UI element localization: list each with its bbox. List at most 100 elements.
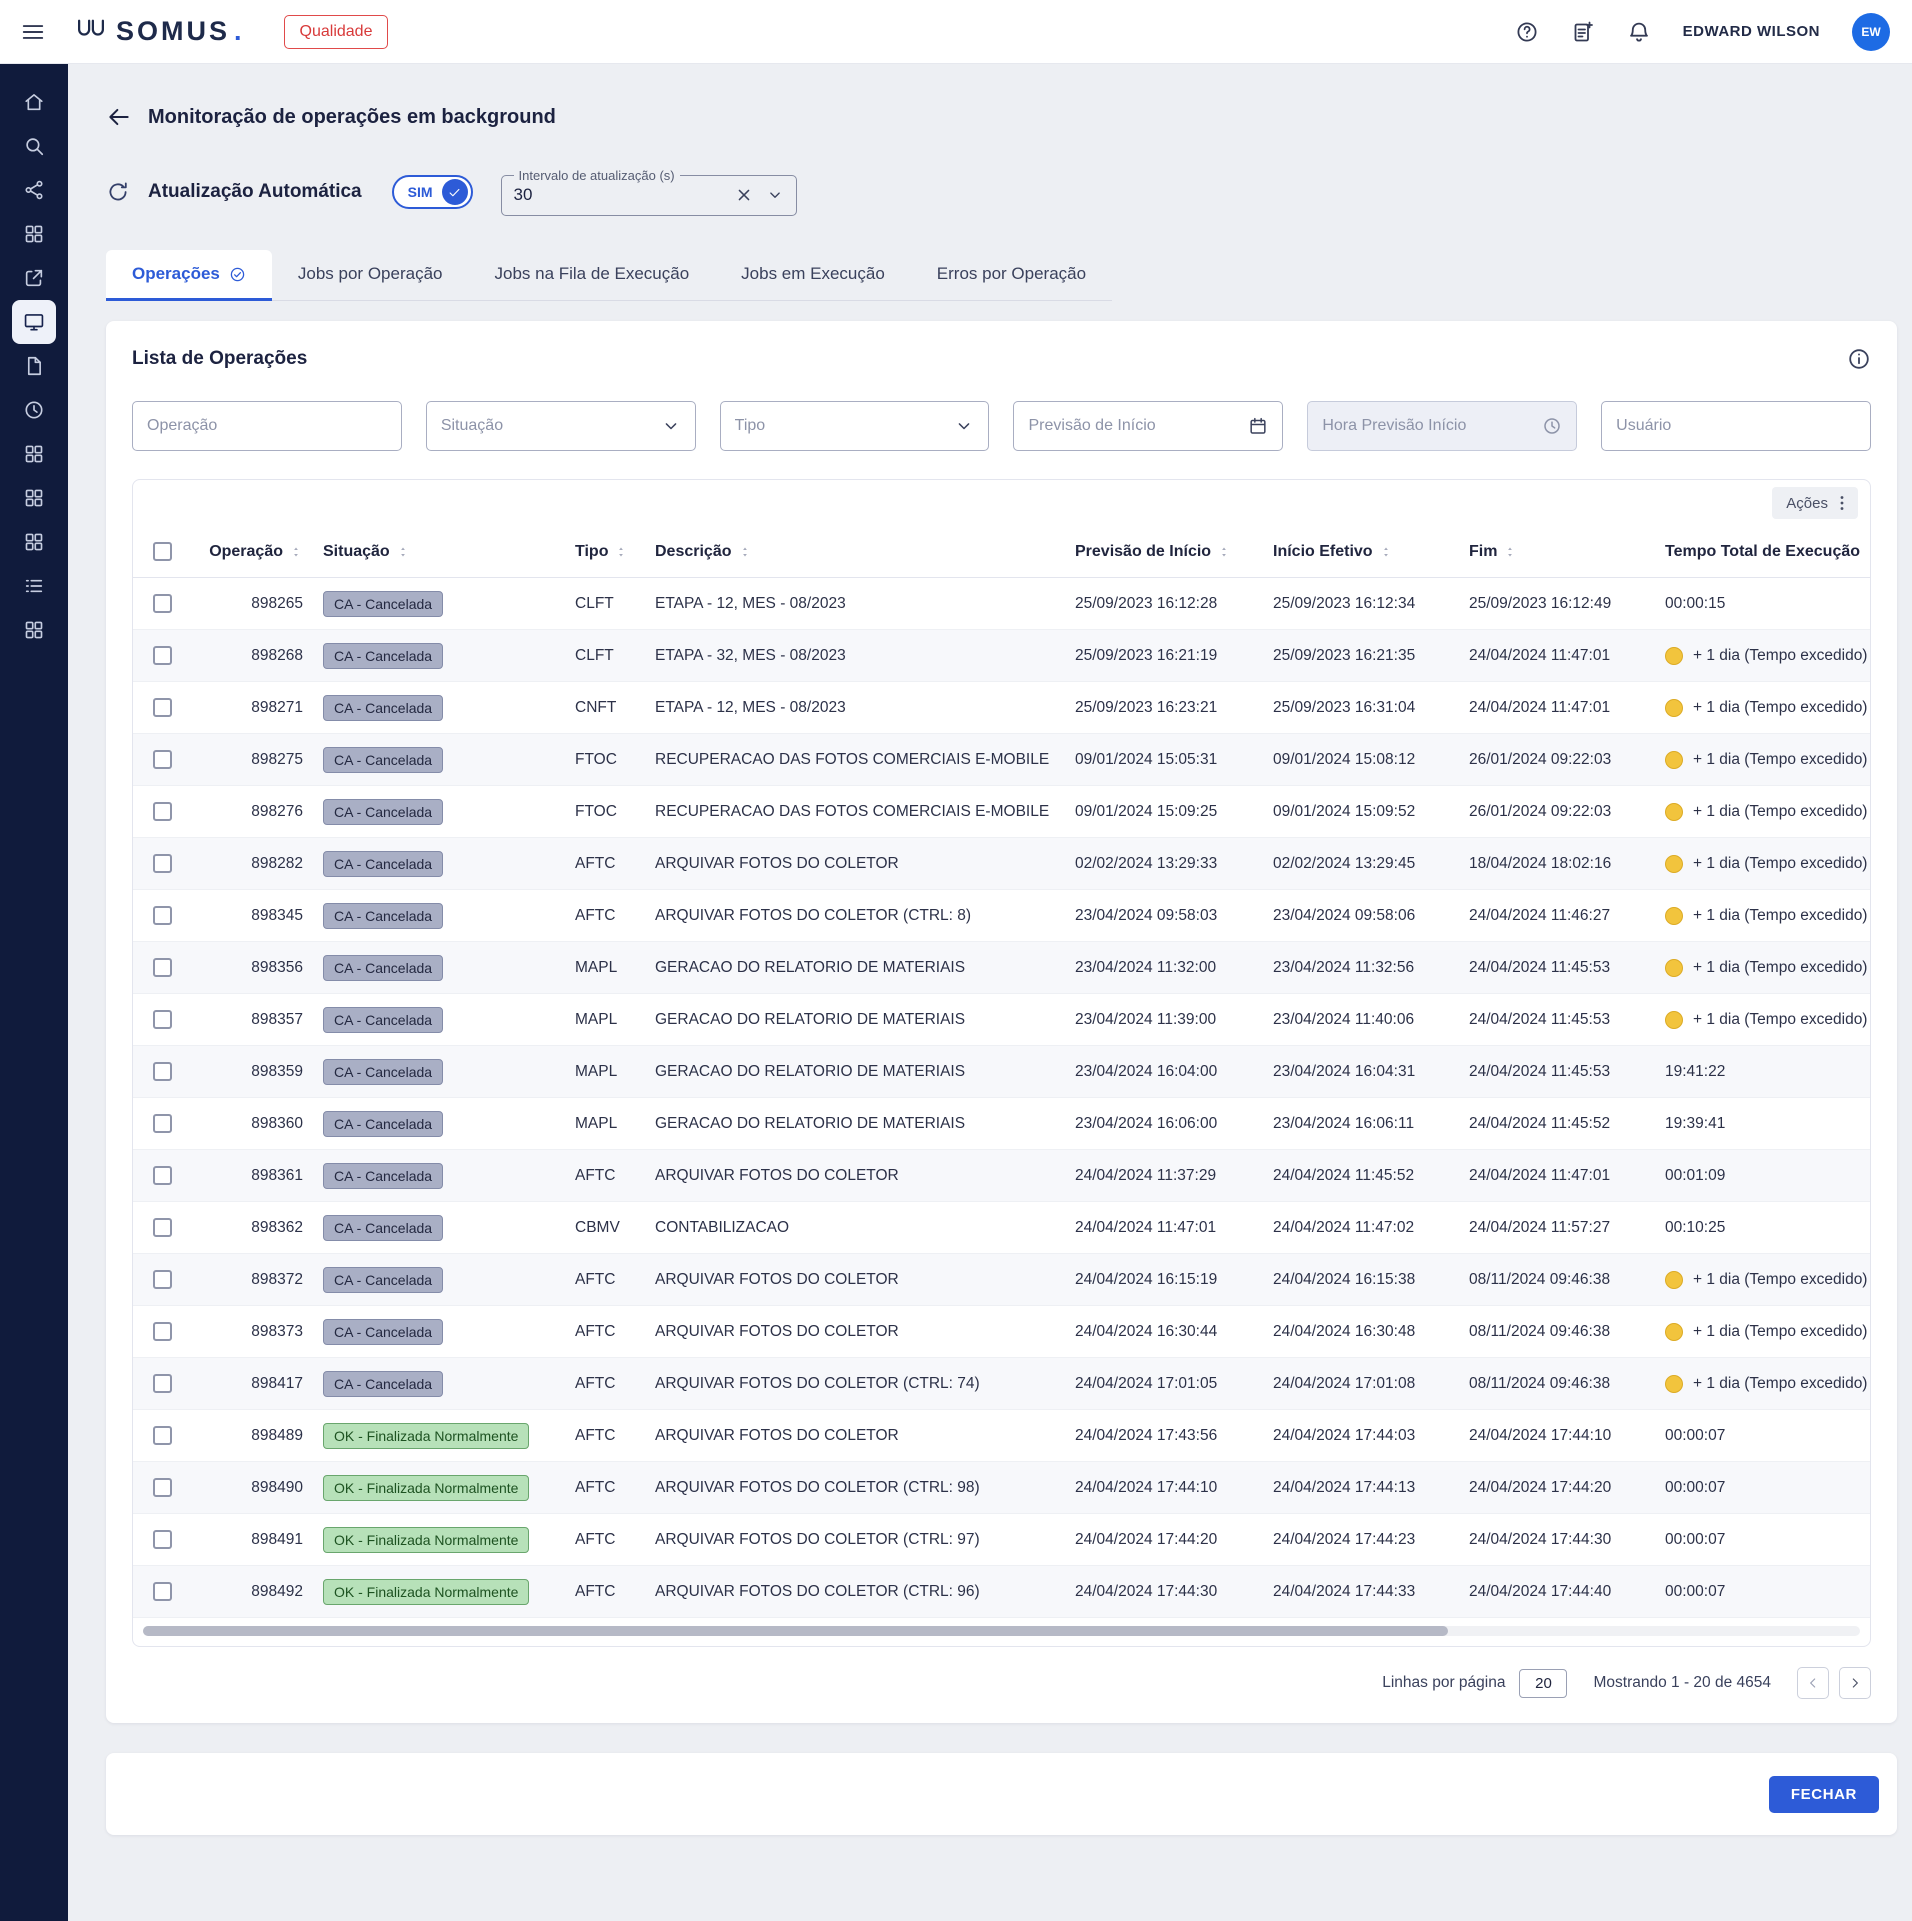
column-header-tempo_total[interactable]: Tempo Total de Execução: [1655, 526, 1870, 577]
actions-button[interactable]: Ações: [1772, 487, 1858, 519]
sidebar-item-modules-3[interactable]: [12, 520, 56, 564]
row-checkbox[interactable]: [153, 698, 172, 717]
document-add-icon[interactable]: [1571, 20, 1595, 44]
sidebar-item-history[interactable]: [12, 388, 56, 432]
tab-jobs-por-operacao[interactable]: Jobs por Operação: [272, 250, 469, 301]
column-header-previsao_inicio[interactable]: Previsão de Início: [1065, 526, 1263, 577]
clear-icon[interactable]: [734, 185, 754, 205]
cell-previsao-inicio: 24/04/2024 17:44:20: [1065, 1514, 1263, 1565]
warning-dot: [1665, 1011, 1683, 1029]
sidebar-item-document[interactable]: [12, 344, 56, 388]
sidebar-item-queue[interactable]: [12, 564, 56, 608]
filter-usuario[interactable]: [1601, 401, 1871, 451]
next-page-button[interactable]: [1839, 1667, 1871, 1699]
interval-field[interactable]: Intervalo de atualização (s) 30: [501, 168, 797, 216]
filter-input-usuario[interactable]: [1616, 417, 1856, 435]
cell-descricao: ETAPA - 12, MES - 08/2023: [645, 578, 1065, 629]
refresh-icon[interactable]: [106, 180, 130, 204]
row-checkbox[interactable]: [153, 646, 172, 665]
filter-operacao[interactable]: [132, 401, 402, 451]
row-checkbox[interactable]: [153, 854, 172, 873]
tab-erros-por-operacao[interactable]: Erros por Operação: [911, 250, 1112, 301]
row-checkbox-cell: [133, 1514, 191, 1565]
page-header: Monitoração de operações em background: [106, 104, 1897, 130]
help-icon[interactable]: [1515, 20, 1539, 44]
rows-per-page-value[interactable]: 20: [1519, 1669, 1567, 1698]
cell-situacao: CA - Cancelada: [313, 1098, 565, 1149]
filter-tipo[interactable]: Tipo: [720, 401, 990, 451]
row-checkbox[interactable]: [153, 1322, 172, 1341]
cell-operacao: 898361: [191, 1150, 313, 1201]
filter-previsao-de-inicio[interactable]: Previsão de Início: [1013, 401, 1283, 451]
row-checkbox[interactable]: [153, 750, 172, 769]
select-all-checkbox[interactable]: [153, 542, 172, 561]
row-checkbox[interactable]: [153, 1374, 172, 1393]
cell-tempo-total: + 1 dia (Tempo excedido): [1655, 1254, 1870, 1305]
cell-tipo: AFTC: [565, 1410, 645, 1461]
cell-previsao-inicio: 23/04/2024 11:32:00: [1065, 942, 1263, 993]
tempo-text: + 1 dia (Tempo excedido): [1693, 907, 1867, 925]
scrollbar-thumb[interactable]: [143, 1626, 1448, 1636]
menu-icon[interactable]: [20, 19, 46, 45]
row-checkbox[interactable]: [153, 1062, 172, 1081]
cell-tempo-total: + 1 dia (Tempo excedido): [1655, 942, 1870, 993]
cell-descricao: ARQUIVAR FOTOS DO COLETOR: [645, 838, 1065, 889]
row-checkbox[interactable]: [153, 1010, 172, 1029]
back-button[interactable]: [106, 104, 132, 130]
cell-inicio-efetivo: 24/04/2024 17:01:08: [1263, 1358, 1459, 1409]
row-checkbox[interactable]: [153, 594, 172, 613]
auto-refresh-toggle[interactable]: SIM: [392, 175, 473, 209]
row-checkbox[interactable]: [153, 1166, 172, 1185]
horizontal-scrollbar[interactable]: [143, 1626, 1860, 1636]
bell-icon[interactable]: [1627, 20, 1651, 44]
row-checkbox[interactable]: [153, 1530, 172, 1549]
avatar[interactable]: EW: [1852, 13, 1890, 51]
sidebar-item-modules-1[interactable]: [12, 432, 56, 476]
tab-operacoes[interactable]: Operações: [106, 250, 272, 301]
column-header-situacao[interactable]: Situação: [313, 526, 565, 577]
row-checkbox[interactable]: [153, 1478, 172, 1497]
prev-page-button[interactable]: [1797, 1667, 1829, 1699]
column-header-descricao[interactable]: Descrição: [645, 526, 1065, 577]
column-header-operacao[interactable]: Operação: [191, 526, 313, 577]
row-checkbox[interactable]: [153, 1270, 172, 1289]
sidebar-item-external-link[interactable]: [12, 256, 56, 300]
column-header-inicio_efetivo[interactable]: Início Efetivo: [1263, 526, 1459, 577]
cell-tempo-total: 00:00:07: [1655, 1566, 1870, 1617]
sidebar-item-modules-2[interactable]: [12, 476, 56, 520]
column-header-tipo[interactable]: Tipo: [565, 526, 645, 577]
tab-jobs-na-fila-de-execucao[interactable]: Jobs na Fila de Execução: [468, 250, 715, 301]
column-header-fim[interactable]: Fim: [1459, 526, 1655, 577]
sidebar-item-search[interactable]: [12, 124, 56, 168]
filter-hora-previsao-inicio[interactable]: Hora Previsão Início: [1307, 401, 1577, 451]
row-checkbox-cell: [133, 1098, 191, 1149]
row-checkbox[interactable]: [153, 1582, 172, 1601]
status-badge: CA - Cancelada: [323, 1163, 443, 1189]
sidebar-item-dashboard[interactable]: [12, 212, 56, 256]
filter-input-operacao[interactable]: [147, 417, 387, 435]
sidebar-item-hierarchy[interactable]: [12, 168, 56, 212]
filter-situacao[interactable]: Situação: [426, 401, 696, 451]
cell-descricao: GERACAO DO RELATORIO DE MATERIAIS: [645, 942, 1065, 993]
cell-situacao: CA - Cancelada: [313, 1046, 565, 1097]
cell-fim: 24/04/2024 11:57:27: [1459, 1202, 1655, 1253]
row-checkbox[interactable]: [153, 1114, 172, 1133]
cell-operacao: 898372: [191, 1254, 313, 1305]
cell-tempo-total: 00:01:09: [1655, 1150, 1870, 1201]
row-checkbox[interactable]: [153, 802, 172, 821]
tab-jobs-em-execucao[interactable]: Jobs em Execução: [715, 250, 911, 301]
status-badge: CA - Cancelada: [323, 851, 443, 877]
row-checkbox[interactable]: [153, 1218, 172, 1237]
row-checkbox[interactable]: [153, 1426, 172, 1445]
sidebar-item-monitor[interactable]: [12, 300, 56, 344]
info-icon[interactable]: [1847, 347, 1871, 371]
close-button[interactable]: FECHAR: [1769, 1776, 1879, 1813]
cell-fim: 24/04/2024 11:45:53: [1459, 994, 1655, 1045]
chevron-down-icon[interactable]: [766, 186, 784, 204]
sidebar-item-modules-4[interactable]: [12, 608, 56, 652]
row-checkbox[interactable]: [153, 906, 172, 925]
sidebar-item-home[interactable]: [12, 80, 56, 124]
app-logo[interactable]: SOMUS .: [76, 16, 242, 47]
status-badge: CA - Cancelada: [323, 1371, 443, 1397]
row-checkbox[interactable]: [153, 958, 172, 977]
